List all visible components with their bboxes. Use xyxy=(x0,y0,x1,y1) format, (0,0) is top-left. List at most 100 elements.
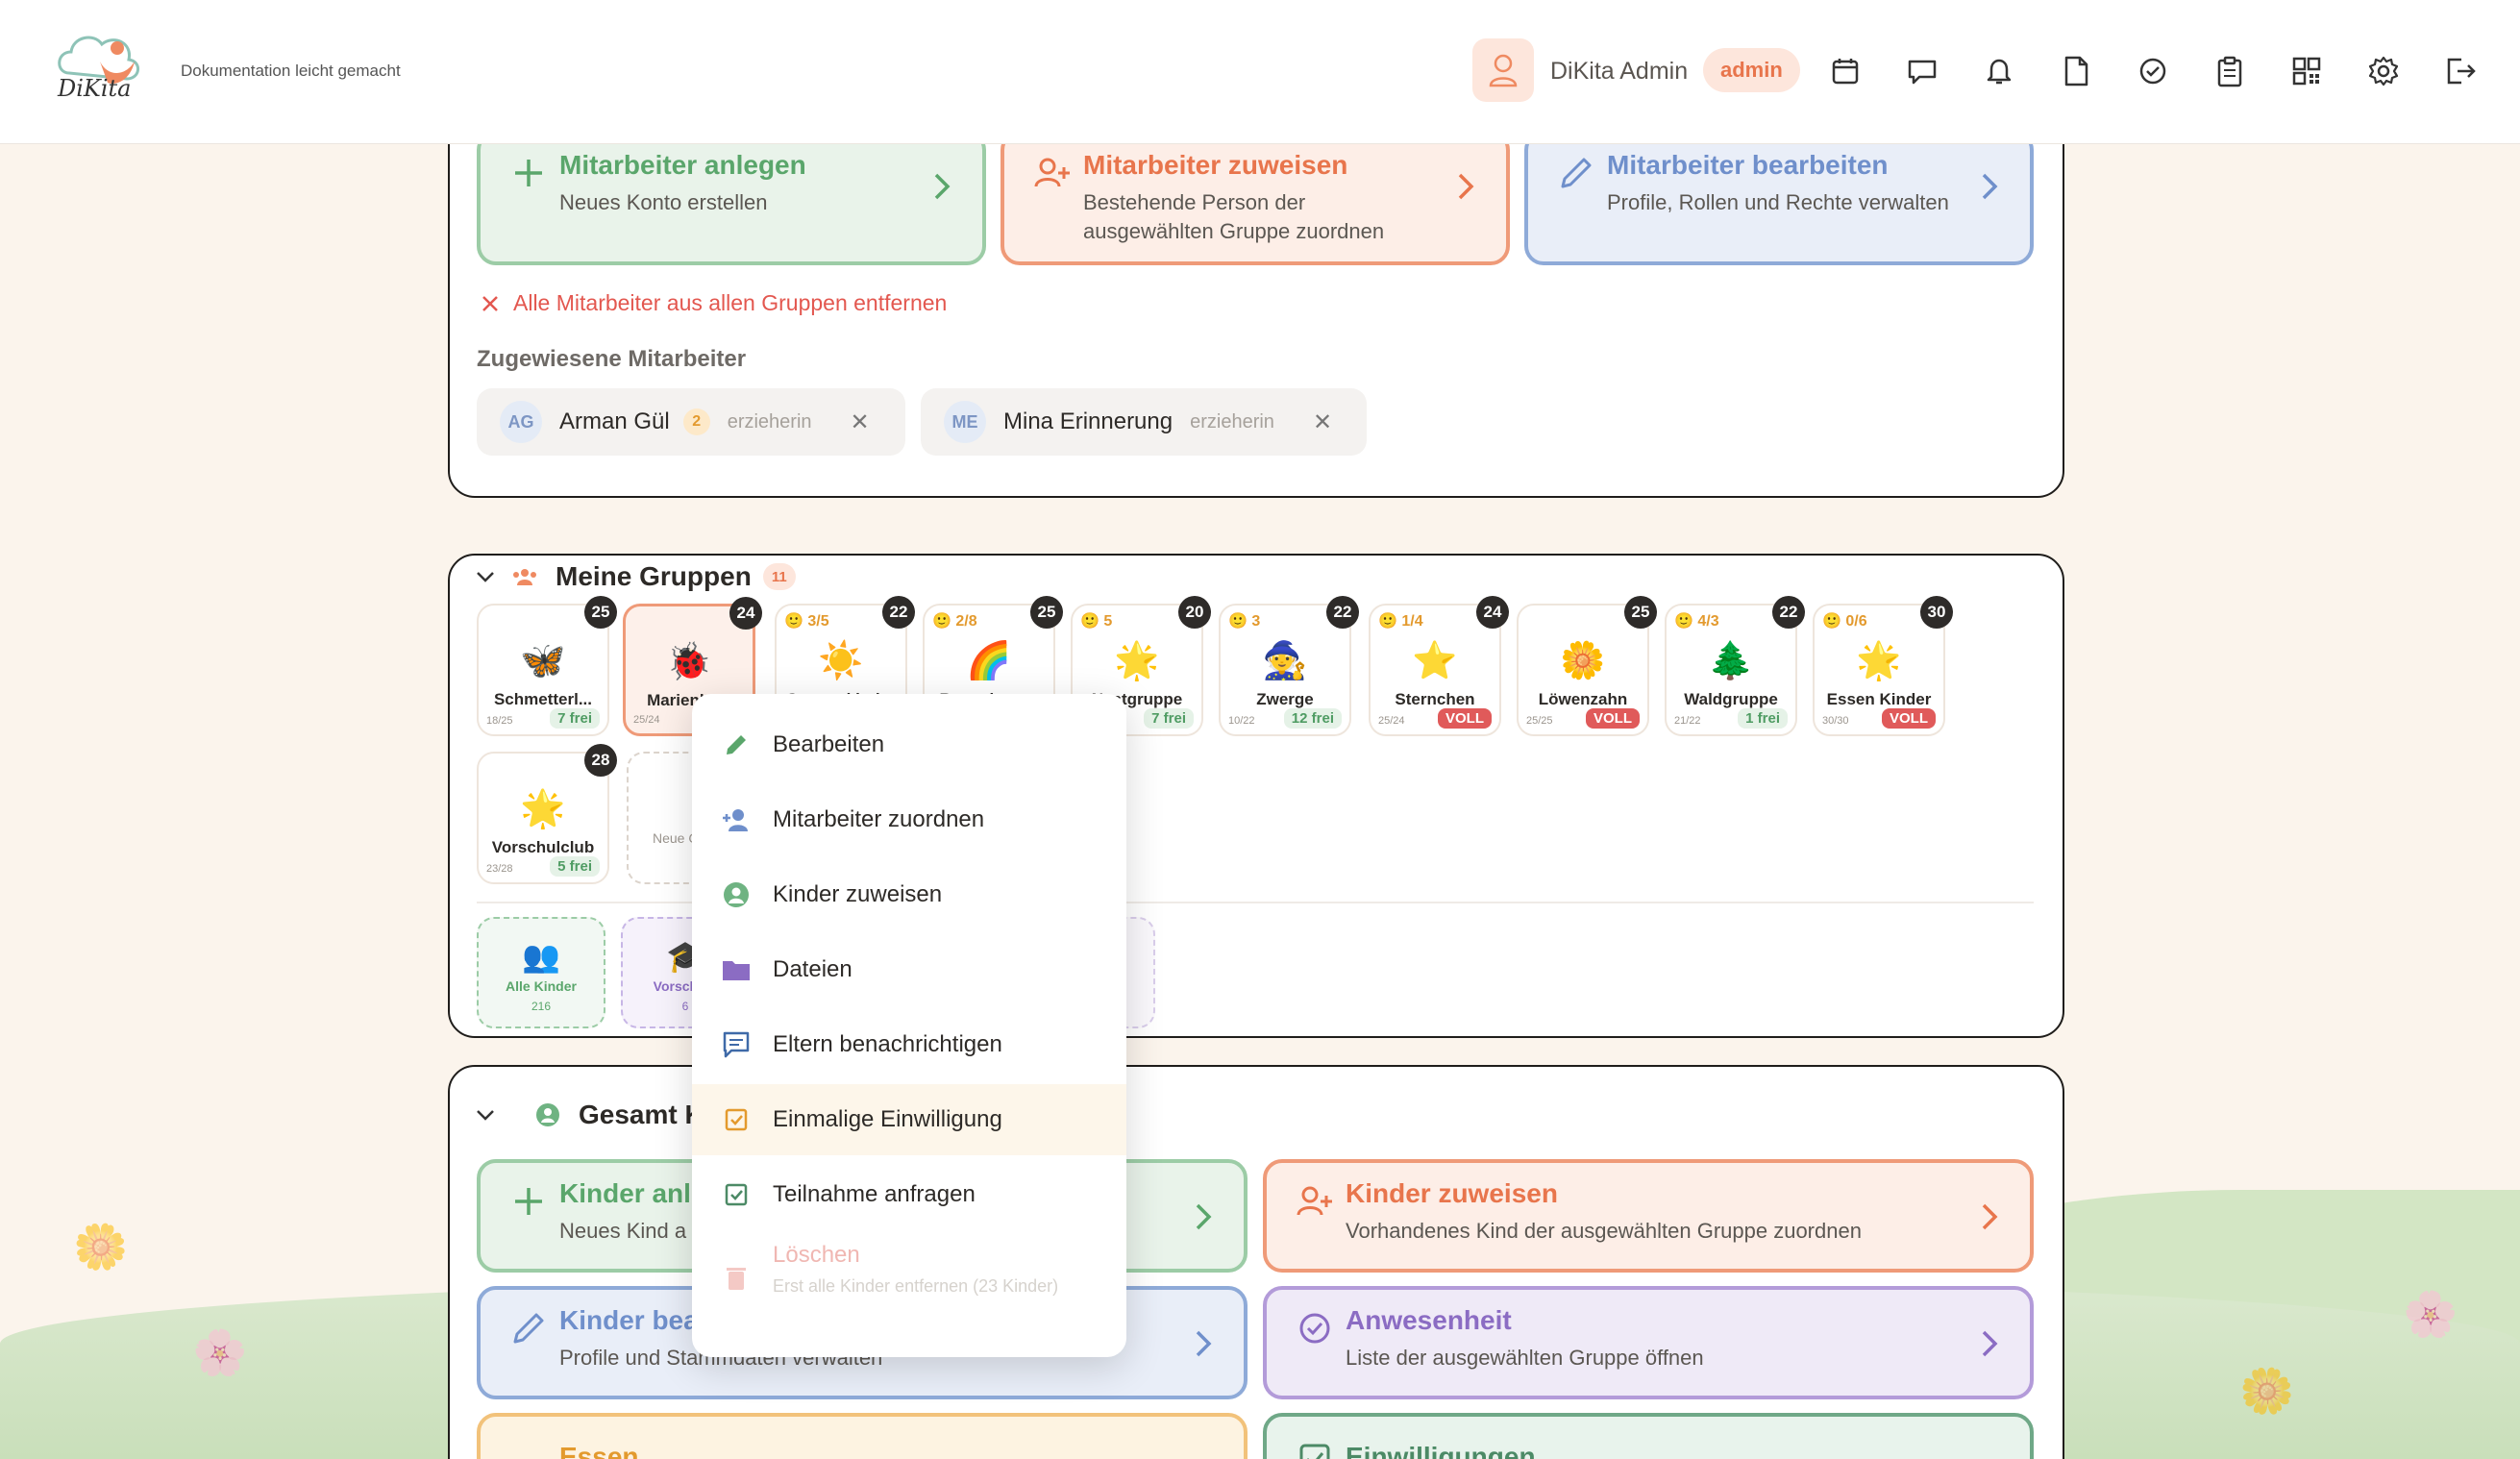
action-title: Kinder zuweisen xyxy=(1346,1178,1558,1208)
group-free: 7 frei xyxy=(1144,708,1194,729)
tree-icon: 🌲 xyxy=(1708,641,1754,681)
group-free: 5 frei xyxy=(550,856,600,877)
group-card[interactable]: 30 🙂 0/6 🌟 Essen Kinder 30/30 VOLL xyxy=(1813,596,1953,736)
group-ratio: 🙂 5 xyxy=(1080,613,1113,630)
group-badge: 24 xyxy=(1476,596,1509,629)
gear-icon[interactable] xyxy=(2364,52,2403,90)
staff-group-count: 2 xyxy=(682,408,710,435)
group-badge: 25 xyxy=(1030,596,1063,629)
create-staff-button[interactable]: Mitarbeiter anlegen Neues Konto erstelle… xyxy=(477,131,986,265)
meals-button[interactable]: Essen xyxy=(477,1413,1248,1459)
document-icon[interactable] xyxy=(2057,52,2095,90)
logout-icon[interactable] xyxy=(2441,52,2480,90)
chevron-down-icon[interactable] xyxy=(475,569,496,584)
filter-count: 216 xyxy=(531,1000,552,1013)
remove-all-staff-link[interactable]: Alle Mitarbeiter aus allen Gruppen entfe… xyxy=(481,290,947,316)
chevron-right-icon xyxy=(1458,173,1474,200)
qr-code-icon[interactable] xyxy=(2287,52,2326,90)
filter-label: Alle Kinder xyxy=(506,978,577,994)
group-occupancy: 25/24 xyxy=(1378,715,1405,727)
menu-item-assign-children[interactable]: Kinder zuweisen xyxy=(692,859,1126,930)
star-icon: 🌟 xyxy=(1856,641,1902,681)
remove-staff-button[interactable]: ✕ xyxy=(1313,408,1332,436)
menu-item-label: Löschen xyxy=(773,1242,860,1268)
group-full-badge: VOLL xyxy=(1882,708,1936,729)
action-subtitle: Liste der ausgewählten Gruppe öffnen xyxy=(1346,1346,1704,1370)
user-icon xyxy=(1489,54,1518,87)
group-badge: 22 xyxy=(1326,596,1359,629)
close-icon xyxy=(482,295,498,311)
group-badge: 22 xyxy=(1772,596,1805,629)
calendar-icon[interactable] xyxy=(1826,52,1865,90)
group-name: Essen Kinder xyxy=(1826,690,1932,708)
action-title: Mitarbeiter bearbeiten xyxy=(1607,150,1889,180)
role-badge: admin xyxy=(1703,48,1800,92)
group-name: Löwenzahn xyxy=(1538,690,1628,708)
menu-item-notify-parents[interactable]: Eltern benachrichtigen xyxy=(692,1009,1126,1080)
group-card[interactable]: 25 🌼 Löwenzahn 25/25 VOLL xyxy=(1517,596,1657,736)
assign-staff-button[interactable]: Mitarbeiter zuweisen Bestehende Person d… xyxy=(1001,131,1510,265)
action-subtitle: Profile, Rollen und Rechte verwalten xyxy=(1607,190,1949,214)
checkbox-icon xyxy=(721,1179,752,1210)
edit-staff-button[interactable]: Mitarbeiter bearbeiten Profile, Rollen u… xyxy=(1524,131,2034,265)
groups-title: Meine Gruppen xyxy=(556,561,752,591)
app-header: DiKita Dokumentation leicht gemacht DiKi… xyxy=(0,0,2520,144)
group-occupancy: 25/24 xyxy=(633,714,660,726)
child-icon xyxy=(721,879,752,910)
clipboard-icon[interactable] xyxy=(2211,52,2249,90)
filter-all-children[interactable]: 👥 Alle Kinder 216 xyxy=(477,917,605,1028)
consents-button[interactable]: Einwilligungen xyxy=(1263,1413,2034,1459)
gnome-icon: 🧙 xyxy=(1262,641,1308,681)
menu-item-request-participation[interactable]: Teilnahme anfragen xyxy=(692,1159,1126,1230)
chevron-down-icon[interactable] xyxy=(475,1107,496,1123)
group-occupancy: 10/22 xyxy=(1228,715,1255,727)
group-free: 1 frei xyxy=(1738,708,1788,729)
group-card[interactable]: 22 🙂 3 🧙 Zwerge 10/22 12 frei xyxy=(1219,596,1359,736)
staff-name: Mina Erinnerung xyxy=(1003,408,1174,434)
group-ratio: 🙂 3 xyxy=(1228,613,1261,630)
chat-icon[interactable] xyxy=(1903,52,1941,90)
menu-item-label: Teilnahme anfragen xyxy=(773,1181,976,1207)
pencil-icon xyxy=(1561,158,1592,188)
chevron-right-icon xyxy=(1982,173,1998,200)
group-ratio: 🙂 2/8 xyxy=(932,613,977,630)
action-title: Kinder bea xyxy=(559,1305,699,1335)
staff-chip: AG Arman Gül 2 erzieherin ✕ xyxy=(477,388,905,456)
bell-icon[interactable] xyxy=(1980,52,2018,90)
people-icon: 👥 xyxy=(522,939,560,974)
flower-decoration: 🌼 xyxy=(2239,1366,2295,1416)
menu-item-label: Kinder zuweisen xyxy=(773,881,943,907)
chevron-right-icon xyxy=(1982,1203,1998,1230)
menu-item-label: Dateien xyxy=(773,956,852,982)
plus-icon xyxy=(515,160,542,186)
check-circle-icon xyxy=(1299,1313,1330,1344)
avatar: ME xyxy=(944,401,986,443)
staff-role: erzieherin xyxy=(1190,410,1274,433)
children-header[interactable]: Gesamt K xyxy=(475,1100,704,1130)
menu-item-one-time-consent[interactable]: Einmalige Einwilligung xyxy=(692,1084,1126,1155)
menu-item-label: Eltern benachrichtigen xyxy=(773,1031,1002,1057)
check-circle-icon[interactable] xyxy=(2134,52,2172,90)
menu-item-files[interactable]: Dateien xyxy=(692,934,1126,1005)
user-name[interactable]: DiKita Admin xyxy=(1550,58,1688,86)
menu-item-assign-staff[interactable]: Mitarbeiter zuordnen xyxy=(692,784,1126,855)
attendance-button[interactable]: Anwesenheit Liste der ausgewählten Grupp… xyxy=(1263,1286,2034,1399)
meal-icon xyxy=(509,1440,548,1459)
remove-staff-button[interactable]: ✕ xyxy=(851,408,870,436)
group-card[interactable]: 22 🙂 4/3 🌲 Waldgruppe 21/22 1 frei xyxy=(1665,596,1805,736)
group-card[interactable]: 25 🦋 Schmetterl... 18/25 7 frei xyxy=(477,596,617,736)
checkbox-icon xyxy=(1299,1444,1330,1459)
flower-decoration: 🌸 xyxy=(2403,1289,2458,1339)
user-avatar-button[interactable] xyxy=(1472,38,1534,102)
group-context-menu: Bearbeiten Mitarbeiter zuordnen Kinder z… xyxy=(692,694,1126,1357)
groups-header[interactable]: Meine Gruppen 11 xyxy=(475,561,796,592)
butterfly-icon: 🦋 xyxy=(520,641,566,681)
assign-child-button[interactable]: Kinder zuweisen Vorhandenes Kind der aus… xyxy=(1263,1159,2034,1273)
group-name: Zwerge xyxy=(1256,690,1314,708)
group-card[interactable]: 28 🌟 Vorschulclub 23/28 5 frei xyxy=(477,744,617,884)
rainbow-icon: 🌈 xyxy=(966,641,1012,681)
group-full-badge: VOLL xyxy=(1586,708,1640,729)
chevron-right-icon xyxy=(1982,1330,1998,1357)
group-card[interactable]: 24 🙂 1/4 ⭐ Sternchen 25/24 VOLL xyxy=(1369,596,1509,736)
menu-item-edit[interactable]: Bearbeiten xyxy=(692,709,1126,780)
